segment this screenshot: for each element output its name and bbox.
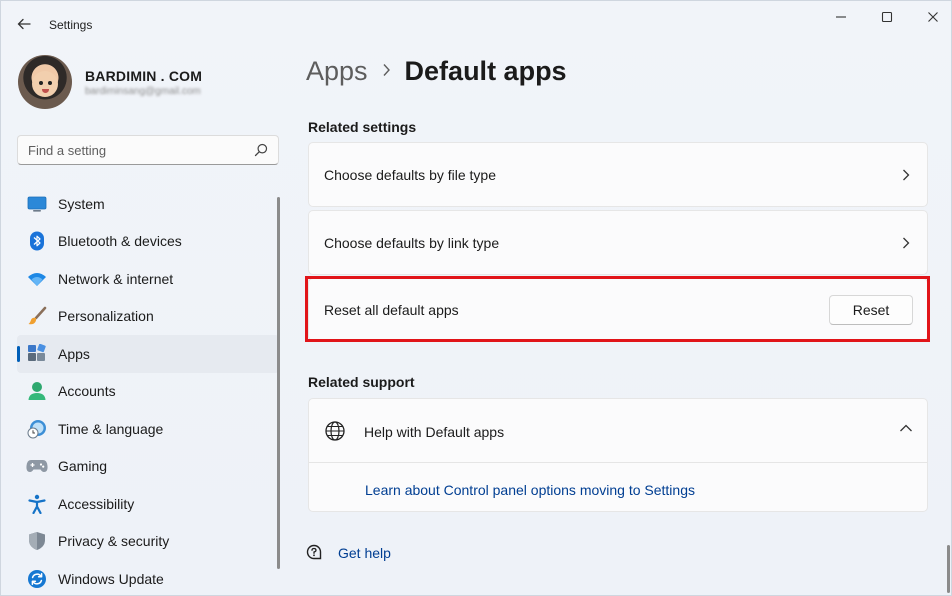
settings-window: Settings BARDIMIN . COM bardiminsang@gma…	[0, 0, 952, 596]
get-help-text: Get help	[338, 545, 391, 561]
sidebar-item-apps[interactable]: Apps	[17, 335, 279, 373]
chevron-up-icon[interactable]	[899, 423, 913, 433]
sidebar-item-system[interactable]: System	[17, 185, 279, 223]
sidebar-item-privacy-security[interactable]: Privacy & security	[17, 523, 279, 561]
apps-icon	[26, 343, 48, 365]
avatar-face	[32, 71, 58, 97]
breadcrumb: Apps Default apps	[306, 56, 567, 87]
brush-icon	[26, 305, 48, 327]
help-card: Help with Default apps Learn about Contr…	[308, 398, 928, 512]
card-label: Reset all default apps	[324, 301, 459, 318]
sidebar-item-label: Personalization	[58, 308, 154, 325]
main-scrollbar[interactable]	[947, 545, 950, 593]
bluetooth-icon	[26, 230, 48, 252]
reset-all-default-apps: Reset all default apps Reset	[308, 278, 928, 341]
chevron-right-icon	[903, 169, 910, 180]
sidebar-item-accounts[interactable]: Accounts	[17, 373, 279, 411]
avatar-eye	[39, 81, 43, 85]
control-panel-help-link[interactable]: Learn about Control panel options moving…	[365, 482, 695, 498]
clock-globe-icon	[26, 418, 48, 440]
sidebar-item-personalization[interactable]: Personalization	[17, 298, 279, 336]
search-box[interactable]	[17, 135, 279, 165]
app-title: Settings	[49, 18, 93, 32]
chevron-right-icon	[382, 61, 391, 82]
user-email: bardiminsang@gmail.com	[85, 86, 201, 97]
related-settings-title: Related settings	[308, 119, 417, 135]
choose-defaults-file-type[interactable]: Choose defaults by file type	[308, 142, 928, 207]
accessibility-icon	[26, 493, 48, 515]
sidebar-item-label: Privacy & security	[58, 533, 170, 550]
sidebar-item-label: Accessibility	[58, 495, 135, 512]
reset-button[interactable]: Reset	[829, 295, 913, 325]
related-support-title: Related support	[308, 374, 415, 390]
person-icon	[26, 380, 48, 402]
sidebar-item-bluetooth[interactable]: Bluetooth & devices	[17, 223, 279, 261]
get-help-icon	[306, 544, 322, 560]
sidebar-nav: System Bluetooth & devices Network & int…	[17, 185, 279, 596]
card-label: Choose defaults by file type	[324, 166, 496, 183]
sidebar-item-label: System	[58, 195, 105, 212]
get-help-link[interactable]: Get help	[306, 544, 391, 562]
sidebar-item-windows-update[interactable]: Windows Update	[17, 560, 279, 596]
sidebar-item-label: Time & language	[58, 420, 164, 437]
choose-defaults-link-type[interactable]: Choose defaults by link type	[308, 210, 928, 275]
close-button[interactable]	[911, 7, 952, 27]
help-expander[interactable]: Help with Default apps	[309, 399, 927, 463]
sidebar-item-accessibility[interactable]: Accessibility	[17, 485, 279, 523]
avatar[interactable]	[18, 55, 72, 109]
chevron-right-icon	[903, 237, 910, 248]
sidebar-item-gaming[interactable]: Gaming	[17, 448, 279, 486]
system-icon	[26, 193, 48, 215]
sidebar-item-label: Apps	[58, 345, 90, 362]
maximize-button[interactable]	[865, 7, 909, 27]
close-icon	[928, 12, 938, 22]
back-arrow-icon	[17, 18, 31, 30]
back-button[interactable]	[11, 11, 37, 37]
search-input[interactable]	[18, 136, 248, 164]
title-bar: Settings	[1, 1, 952, 45]
sidebar-item-label: Windows Update	[58, 570, 164, 587]
card-label: Choose defaults by link type	[324, 234, 500, 251]
help-title: Help with Default apps	[364, 424, 505, 440]
sidebar-item-label: Accounts	[58, 383, 116, 400]
page-title: Default apps	[404, 56, 567, 86]
gamepad-icon	[26, 455, 48, 477]
shield-icon	[26, 530, 48, 552]
minimize-icon	[836, 16, 846, 18]
sidebar-item-network[interactable]: Network & internet	[17, 260, 279, 298]
minimize-button[interactable]	[819, 7, 863, 27]
maximize-icon	[881, 11, 893, 23]
sidebar-item-time-language[interactable]: Time & language	[17, 410, 279, 448]
breadcrumb-parent-link[interactable]: Apps	[306, 56, 368, 87]
sidebar-item-label: Gaming	[58, 458, 108, 475]
search-icon[interactable]	[254, 143, 268, 157]
update-icon	[26, 568, 48, 590]
user-name: BARDIMIN . COM	[85, 68, 203, 84]
avatar-eye	[48, 81, 52, 85]
wifi-icon	[26, 268, 48, 290]
sidebar-item-label: Bluetooth & devices	[58, 233, 182, 250]
sidebar-scrollbar[interactable]	[277, 197, 280, 569]
globe-icon	[325, 421, 345, 441]
sidebar-item-label: Network & internet	[58, 270, 174, 287]
